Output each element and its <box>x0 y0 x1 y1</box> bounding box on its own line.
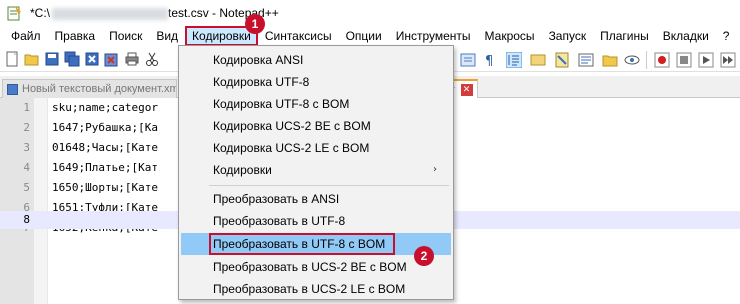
submenu-arrow-icon: › <box>433 164 437 175</box>
menu-item-label: Кодировка ANSI <box>213 53 304 67</box>
line-text[interactable]: 1649;Платье;[Кат <box>52 159 158 177</box>
toolbar-separator <box>646 51 647 69</box>
line-number: 8 <box>23 213 30 226</box>
menu-search[interactable]: Поиск <box>102 26 149 46</box>
run-macro-multiple-icon[interactable] <box>720 52 736 68</box>
menu-item-label: Кодировка UCS-2 LE с BOM <box>213 141 370 155</box>
title-bar: *C:\ test.csv - Notepad++ <box>0 0 740 26</box>
line-number: 3 <box>23 141 30 154</box>
menu-item-convert-ucs2-le-bom[interactable]: Преобразовать в UCS-2 LE с BOM <box>181 278 451 300</box>
menu-item-encode-utf8-bom[interactable]: Кодировка UTF-8 с BOM <box>181 93 451 115</box>
line-text[interactable]: 1647;Рубашка;[Ка <box>52 119 158 137</box>
close-icon[interactable]: ✕ <box>460 83 473 96</box>
menu-item-encode-ucs2-be-bom[interactable]: Кодировка UCS-2 BE с BOM <box>181 115 451 137</box>
menu-view[interactable]: Вид <box>149 26 185 46</box>
menu-item-label: Преобразовать в UCS-2 BE с BOM <box>213 260 407 274</box>
menu-item-label: Преобразовать в UCS-2 LE с BOM <box>213 282 406 296</box>
redacted-path <box>52 7 169 20</box>
menu-item-label: Кодировка UCS-2 BE с BOM <box>213 119 371 133</box>
menu-window[interactable]: Вкладки <box>656 26 716 46</box>
encoding-dropdown-menu: Кодировка ANSI Кодировка UTF-8 Кодировка… <box>178 45 454 300</box>
save-all-icon[interactable] <box>64 51 80 67</box>
menu-settings[interactable]: Опции <box>339 26 389 46</box>
function-list-icon[interactable] <box>578 52 594 68</box>
menu-tools[interactable]: Инструменты <box>389 26 478 46</box>
window-title-prefix: *C:\ <box>30 6 51 20</box>
line-text[interactable]: sku;name;categor <box>52 99 158 117</box>
play-macro-icon[interactable] <box>698 52 714 68</box>
monitoring-eye-icon[interactable] <box>624 52 640 68</box>
line-number: 1 <box>23 101 30 114</box>
toolbar-right: ¶ <box>456 48 740 70</box>
line-text[interactable]: 1650;Шорты;[Кате <box>52 179 158 197</box>
record-macro-icon[interactable] <box>654 52 670 68</box>
menu-plugins[interactable]: Плагины <box>593 26 656 46</box>
line-number: 4 <box>23 161 30 174</box>
menu-run[interactable]: Запуск <box>542 26 594 46</box>
highlight-frame <box>209 233 395 255</box>
tab-new-text-document[interactable]: Новый текстовый документ.xml <box>2 79 177 98</box>
menu-item-label: Преобразовать в UTF-8 <box>213 214 346 228</box>
new-file-icon[interactable] <box>4 51 20 67</box>
menu-item-convert-utf8[interactable]: Преобразовать в UTF-8 <box>181 210 451 232</box>
menu-language[interactable]: Синтаксисы <box>258 26 339 46</box>
stop-macro-icon[interactable] <box>676 52 692 68</box>
doc-map-icon[interactable] <box>554 52 570 68</box>
print-icon[interactable] <box>124 51 140 67</box>
menu-help[interactable]: ? <box>716 26 737 46</box>
notepad-plus-plus-icon <box>6 5 22 21</box>
step-badge-2: 2 <box>414 246 434 266</box>
line-text[interactable]: 01648;Часы;[Кате <box>52 139 158 157</box>
menu-item-convert-utf8-bom[interactable]: Преобразовать в UTF-8 с BOM <box>181 233 451 255</box>
open-file-icon[interactable] <box>24 51 40 67</box>
menu-item-encode-utf8[interactable]: Кодировка UTF-8 <box>181 71 451 93</box>
menu-separator <box>209 185 449 186</box>
tab-label: Новый текстовый документ.xml <box>22 83 177 95</box>
line-number: 5 <box>23 181 30 194</box>
folder-workspace-icon[interactable] <box>602 52 618 68</box>
menu-item-label: Кодировка UTF-8 <box>213 75 310 89</box>
menu-item-convert-ansi[interactable]: Преобразовать в ANSI <box>181 188 451 210</box>
menu-item-label: Кодировка UTF-8 с BOM <box>213 97 350 111</box>
menu-file[interactable]: Файл <box>4 26 48 46</box>
sync-scroll-icon[interactable] <box>460 52 476 68</box>
menu-edit[interactable]: Правка <box>48 26 103 46</box>
menu-item-character-sets[interactable]: Кодировки › <box>181 159 451 181</box>
menu-item-encode-ucs2-le-bom[interactable]: Кодировка UCS-2 LE с BOM <box>181 137 451 159</box>
menu-item-encode-ansi[interactable]: Кодировка ANSI <box>181 49 451 71</box>
menu-item-label: Кодировки <box>213 163 272 177</box>
close-all-icon[interactable] <box>104 51 120 67</box>
show-all-chars-icon[interactable]: ¶ <box>482 52 498 68</box>
step-badge-1: 1 <box>245 14 265 34</box>
menu-item-label: Преобразовать в ANSI <box>213 192 340 206</box>
saved-file-icon <box>7 83 18 95</box>
menu-macro[interactable]: Макросы <box>478 26 542 46</box>
indent-guide-icon[interactable] <box>506 52 522 68</box>
menu-bar: Файл Правка Поиск Вид Кодировки Синтакси… <box>0 26 740 46</box>
close-file-icon[interactable] <box>84 51 100 67</box>
menu-item-convert-ucs2-be-bom[interactable]: Преобразовать в UCS-2 BE с BOM <box>181 256 451 278</box>
line-number: 2 <box>23 121 30 134</box>
save-icon[interactable] <box>44 51 60 67</box>
cut-icon[interactable] <box>144 51 160 67</box>
svg-text:¶: ¶ <box>485 54 493 68</box>
window-title: *C:\ test.csv - Notepad++ <box>30 6 279 20</box>
user-language-icon[interactable] <box>530 52 546 68</box>
